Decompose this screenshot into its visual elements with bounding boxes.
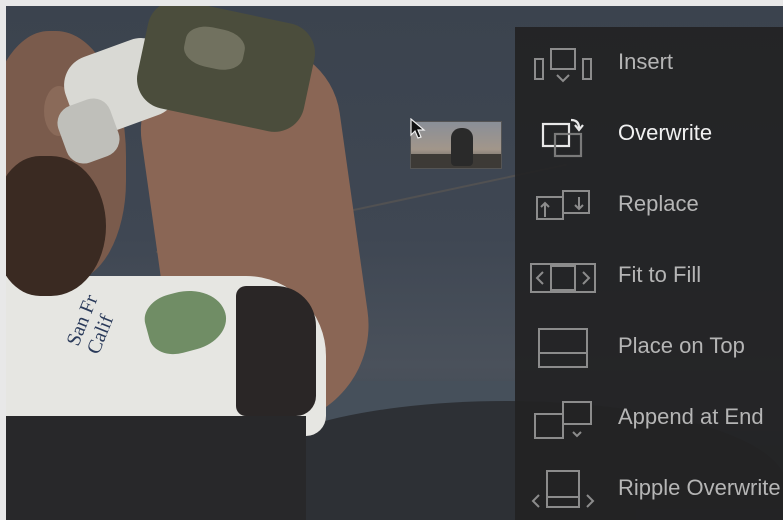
menu-item-label: Insert	[618, 49, 674, 74]
menu-item-label: Place on Top	[618, 333, 745, 358]
menu-item-append-at-end[interactable]: Append at End	[515, 385, 783, 451]
menu-item-replace[interactable]: Replace	[515, 172, 783, 238]
replace-icon	[536, 190, 590, 220]
jersey-lower	[6, 416, 306, 520]
menu-item-label: Ripple Overwrite	[618, 475, 781, 500]
menu-item-overwrite[interactable]: Overwrite	[515, 101, 783, 167]
edit-overlay-menu: Insert Overwrite Replace Fit to Fill Pla…	[515, 27, 783, 520]
timeline-viewer-frame: San Fr Calif Insert Overwrite Replace Fi…	[6, 6, 783, 520]
menu-item-label: Fit to Fill	[618, 262, 702, 287]
mouse-pointer-icon	[410, 118, 426, 139]
ripple-overwrite-icon	[531, 470, 595, 508]
append-at-end-icon	[534, 401, 592, 439]
place-on-top-icon	[538, 328, 588, 368]
menu-item-place-on-top[interactable]: Place on Top	[515, 314, 783, 380]
menu-item-label: Overwrite	[618, 120, 713, 145]
menu-item-label: Replace	[618, 191, 699, 216]
menu-item-ripple-overwrite[interactable]: Ripple Overwrite	[515, 456, 783, 520]
menu-item-insert[interactable]: Insert	[515, 30, 783, 96]
cyclist-beard	[6, 156, 106, 296]
thumbnail-figure	[451, 128, 473, 166]
overwrite-icon	[541, 118, 584, 158]
fit-to-fill-icon	[530, 263, 596, 293]
insert-icon	[534, 48, 592, 83]
menu-item-fit-to-fill[interactable]: Fit to Fill	[515, 243, 783, 309]
jersey-sleeve	[236, 286, 316, 416]
menu-item-label: Append at End	[618, 404, 764, 429]
